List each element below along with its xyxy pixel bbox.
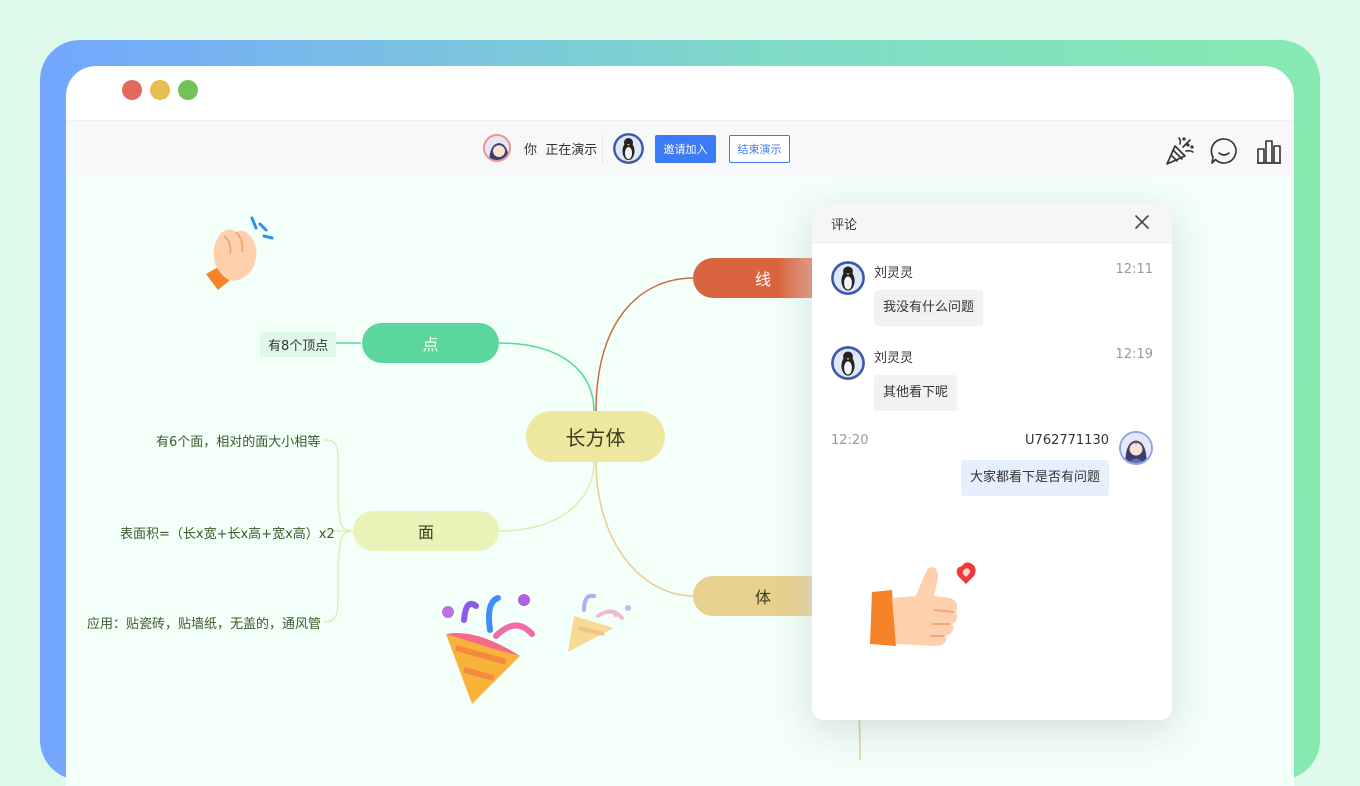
face-leaf-3[interactable]: 应用：贴瓷砖，贴墙纸，无盖的，通风管 [87,613,321,632]
comment-bubble: 大家都看下是否有问题 [961,460,1109,496]
penguin-avatar-icon [831,346,865,380]
comments-title: 评论 [831,214,857,233]
commenter-name: 刘灵灵 [874,347,913,366]
girl-avatar-icon [1121,433,1151,463]
penguin-avatar-icon [831,261,865,295]
mindmap-node-point[interactable]: 点 [362,323,499,363]
commenter-name: U762771130 [1025,433,1109,448]
point-leaf[interactable]: 有8个顶点 [260,332,336,357]
comment-time: 12:19 [1116,347,1153,362]
mindmap-node-face[interactable]: 面 [353,511,499,551]
party-popper-icon [436,590,546,706]
comments-header: 评论 [812,204,1172,243]
commenter-name: 刘灵灵 [874,262,913,281]
face-leaf-2[interactable]: 表面积=（长x宽+长x高+宽x高）x2 [120,523,335,542]
comment-bubble: 我没有什么问题 [874,290,983,326]
close-comments-button[interactable] [1134,214,1150,230]
thumbs-up-icon [862,558,982,658]
clapping-hands-icon [196,214,280,296]
close-icon [1134,214,1150,230]
self-avatar [1119,431,1153,465]
comment-time: 12:11 [1116,262,1153,277]
commenter-avatar [831,346,865,380]
face-leaf-1[interactable]: 有6个面，相对的面大小相等 [156,431,320,450]
commenter-avatar [831,261,865,295]
comment-time: 12:20 [831,433,868,448]
party-popper-small-icon [560,588,634,654]
comment-bubble: 其他看下呢 [874,375,957,411]
mindmap-center-node[interactable]: 长方体 [526,411,665,462]
